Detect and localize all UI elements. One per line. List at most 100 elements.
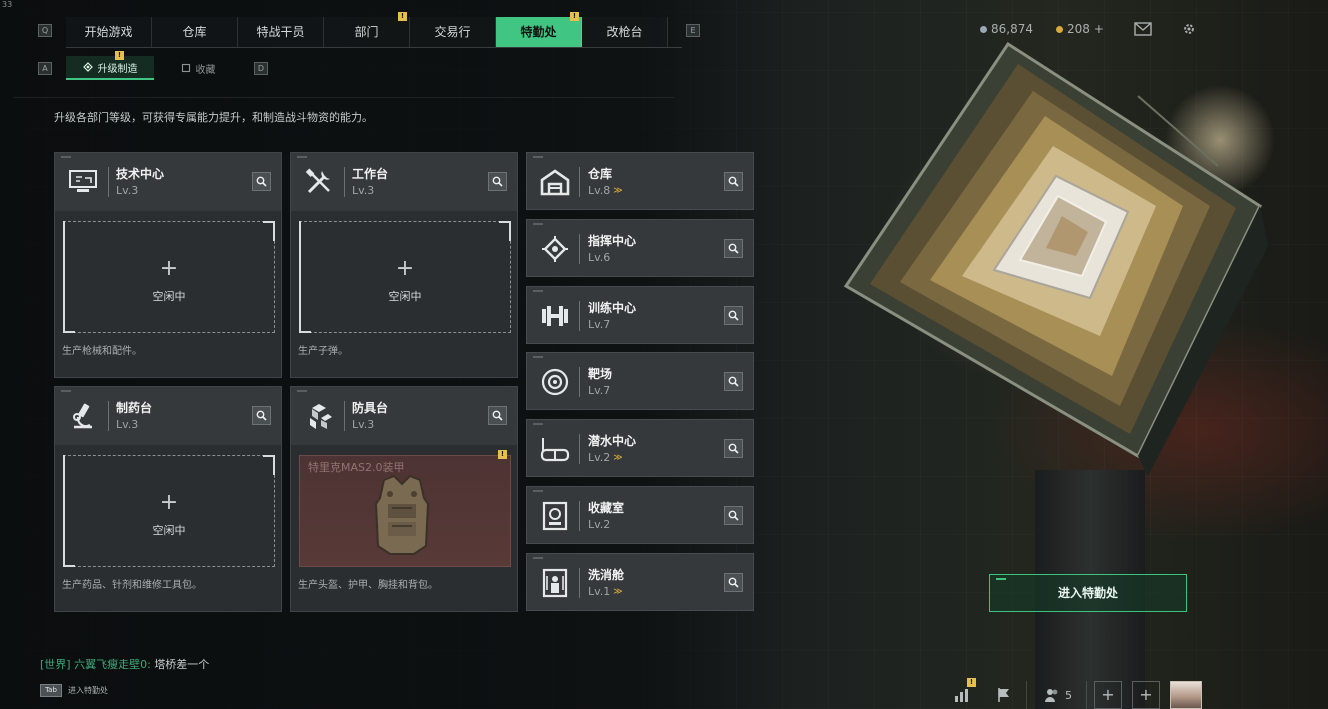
armor-vest-icon (374, 474, 430, 555)
inspect-button[interactable] (724, 306, 743, 325)
department-card-warehouse[interactable]: 仓库 Lv.8 ≫ (526, 152, 754, 210)
magnifier-icon (492, 410, 503, 421)
tab-gunsmith[interactable]: 改枪台 (582, 17, 668, 47)
station-body: + 空闲中 生产枪械和配件。 (55, 211, 281, 377)
subtab-label: 收藏 (195, 64, 216, 76)
corner-tick (996, 578, 1006, 580)
level-text: Lv.2 (588, 518, 611, 531)
divider (1026, 681, 1027, 709)
prev-tab-key[interactable]: Q (38, 24, 52, 37)
invite-slot-2[interactable]: + (1132, 681, 1160, 709)
magnifier-icon (728, 310, 739, 321)
divider (14, 97, 674, 98)
department-name: 洗消舱 (588, 568, 625, 582)
magnifier-icon (728, 577, 739, 588)
magnifier-icon (728, 510, 739, 521)
station-card-tech-center[interactable]: 技术中心 Lv.3 + 空闲中 生产枪械和配件。 (54, 152, 282, 378)
slot-bracket (63, 565, 75, 567)
prev-subtab-key[interactable]: A (38, 62, 52, 75)
station-name: 技术中心 (116, 167, 165, 181)
tab-operators[interactable]: 特战干员 (238, 17, 324, 47)
station-card-workbench[interactable]: 工作台 Lv.3 + 空闲中 生产子弹。 (290, 152, 518, 378)
inspect-button[interactable] (724, 506, 743, 525)
magnifier-icon (728, 376, 739, 387)
inspect-button[interactable] (724, 239, 743, 258)
next-tab-key[interactable]: E (686, 24, 700, 37)
station-card-armor-bench[interactable]: 防具台 Lv.3 特里克MAS2.0装甲 ! 生产头盔、护甲、胸挂和背包。 (290, 386, 518, 612)
party-button[interactable]: 5 (1040, 681, 1076, 709)
chat-line[interactable]: [世界] 六翼飞瘦走壁0: 塔桥差一个 (40, 656, 209, 672)
invite-slot-1[interactable]: + (1094, 681, 1122, 709)
subtab-collection[interactable]: 收藏 (154, 56, 242, 80)
tab-trading[interactable]: 交易行 (410, 17, 496, 47)
next-subtab-key[interactable]: D (254, 62, 268, 75)
add-tickets-button[interactable]: + (1094, 22, 1104, 36)
item-name: 特里克MAS2.0装甲 (308, 461, 405, 474)
inspect-button[interactable] (488, 172, 507, 191)
tab-department[interactable]: 部门! (324, 12, 410, 47)
slot-bracket (273, 221, 275, 241)
enter-special-ops-button[interactable]: 进入特勤处 (989, 574, 1187, 612)
department-card-decon-chamber[interactable]: 洗消舱 Lv.1 ≫ (526, 553, 754, 611)
tab-label: 特勤处 (520, 25, 557, 39)
stats-button[interactable]: ! (950, 678, 976, 709)
slot-bracket (263, 221, 275, 223)
subtab-upgrade-craft[interactable]: 升级制造 ! (66, 51, 154, 80)
production-item[interactable]: 特里克MAS2.0装甲 ! (299, 450, 511, 567)
magnifier-icon (256, 410, 267, 421)
department-card-collection-room[interactable]: 收藏室 Lv.2 (526, 486, 754, 544)
slot-bracket (499, 221, 511, 223)
add-production-icon: + (159, 256, 179, 281)
coin-balance: 86,874 (980, 22, 1033, 36)
main-nav-tabs: 开始游戏 仓库 特战干员 部门! 交易行 特勤处! 改枪台 (66, 12, 668, 47)
tab-key: Tab (40, 684, 62, 697)
microscope-icon (65, 398, 101, 434)
tab-start-game[interactable]: 开始游戏 (66, 17, 152, 47)
inspect-button[interactable] (252, 406, 271, 425)
department-card-diving-center[interactable]: 潜水中心 Lv.2 ≫ (526, 419, 754, 477)
flag-icon (998, 688, 1009, 702)
mail-icon[interactable] (1134, 22, 1152, 36)
level-text: Lv.6 (588, 251, 611, 264)
tab-warehouse[interactable]: 仓库 (152, 17, 238, 47)
notification-badge: ! (498, 450, 507, 459)
corner-tick (533, 423, 543, 425)
department-level: Lv.8 ≫ (588, 184, 623, 197)
station-header: 工作台 Lv.3 (291, 153, 517, 211)
inspect-button[interactable] (724, 372, 743, 391)
level-text: Lv.3 (116, 418, 139, 431)
add-production-icon: + (159, 490, 179, 515)
department-name: 靶场 (588, 367, 613, 381)
tab-hint-label: 进入特勤处 (68, 686, 108, 695)
department-level: Lv.2 (588, 518, 610, 531)
department-card-command-center[interactable]: 指挥中心 Lv.6 (526, 219, 754, 277)
production-slot[interactable]: + 空闲中 (299, 221, 511, 333)
production-slot[interactable]: + 空闲中 (63, 455, 275, 567)
bar-chart-icon (955, 689, 968, 702)
department-card-training-center[interactable]: 训练中心 Lv.7 (526, 286, 754, 344)
separator (344, 167, 345, 197)
avatar[interactable] (1170, 681, 1202, 709)
tab-label: 特战干员 (256, 25, 305, 39)
separator (344, 401, 345, 431)
sub-nav-tabs: 升级制造 ! 收藏 (66, 51, 242, 80)
inspect-button[interactable] (724, 439, 743, 458)
production-slot[interactable]: + 空闲中 (63, 221, 275, 333)
settings-icon[interactable] (1180, 22, 1198, 36)
department-card-shooting-range[interactable]: 靶场 Lv.7 (526, 352, 754, 410)
notification-badge: ! (115, 51, 124, 60)
station-card-pharmacy[interactable]: 制药台 Lv.3 + 空闲中 生产药品、针剂和维修工具包。 (54, 386, 282, 612)
command-icon (537, 231, 573, 267)
inspect-button[interactable] (724, 573, 743, 592)
inspect-button[interactable] (724, 172, 743, 191)
tab-hint[interactable]: Tab 进入特勤处 (40, 684, 108, 697)
inspect-button[interactable] (488, 406, 507, 425)
slot-bracket (299, 331, 311, 333)
tab-special-ops[interactable]: 特勤处! (496, 12, 582, 47)
inspect-button[interactable] (252, 172, 271, 191)
special-ops-cube (843, 41, 1268, 476)
station-body: + 空闲中 生产药品、针剂和维修工具包。 (55, 445, 281, 611)
add-production-icon: + (395, 256, 415, 281)
notification-badge: ! (398, 12, 407, 21)
flag-button[interactable] (992, 681, 1016, 709)
